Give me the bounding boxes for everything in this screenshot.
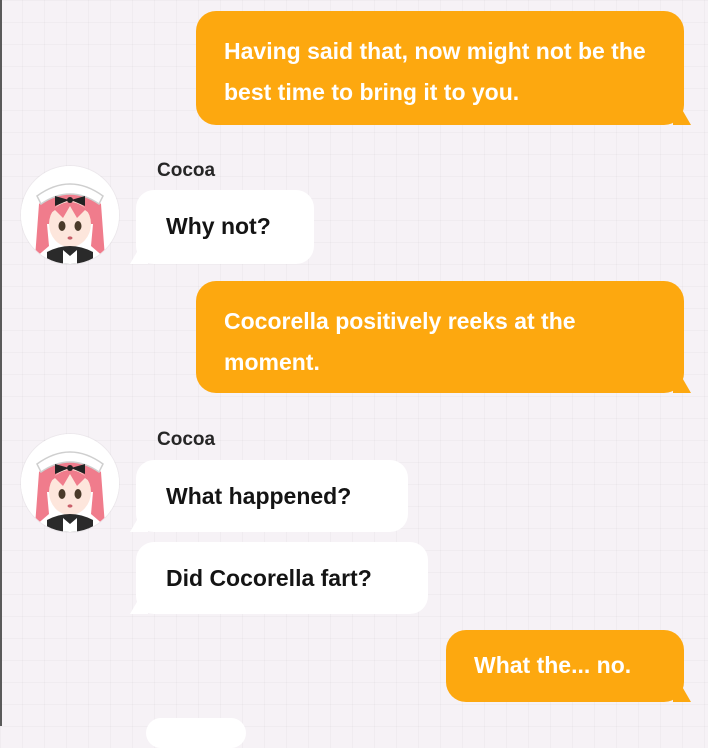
message-text: Why not? bbox=[166, 213, 271, 239]
sender-name: Cocoa bbox=[157, 429, 216, 450]
incoming-message-bubble[interactable]: Did Cocorella fart? bbox=[136, 542, 428, 614]
window-left-edge bbox=[0, 0, 2, 726]
message-text: What happened? bbox=[166, 483, 352, 509]
outgoing-message-bubble[interactable]: Having said that, now might not be the b… bbox=[196, 11, 684, 125]
incoming-message-bubble-partial[interactable] bbox=[146, 718, 246, 748]
cocoa-avatar-icon[interactable] bbox=[21, 434, 119, 532]
sender-name: Cocoa bbox=[157, 160, 216, 181]
avatar-illustration bbox=[21, 166, 119, 264]
outgoing-message-bubble[interactable]: What the... no. bbox=[446, 630, 684, 702]
message-text: Cocorella positively reeks at the moment… bbox=[224, 308, 576, 375]
message-text: Having said that, now might not be the b… bbox=[224, 38, 646, 105]
incoming-message-bubble[interactable]: What happened? bbox=[136, 460, 408, 532]
message-text: Did Cocorella fart? bbox=[166, 565, 372, 591]
message-text: What the... no. bbox=[474, 652, 632, 678]
outgoing-message-bubble[interactable]: Cocorella positively reeks at the moment… bbox=[196, 281, 684, 393]
incoming-message-bubble[interactable]: Why not? bbox=[136, 190, 314, 264]
cocoa-avatar-icon[interactable] bbox=[21, 166, 119, 264]
avatar-illustration bbox=[21, 434, 119, 532]
